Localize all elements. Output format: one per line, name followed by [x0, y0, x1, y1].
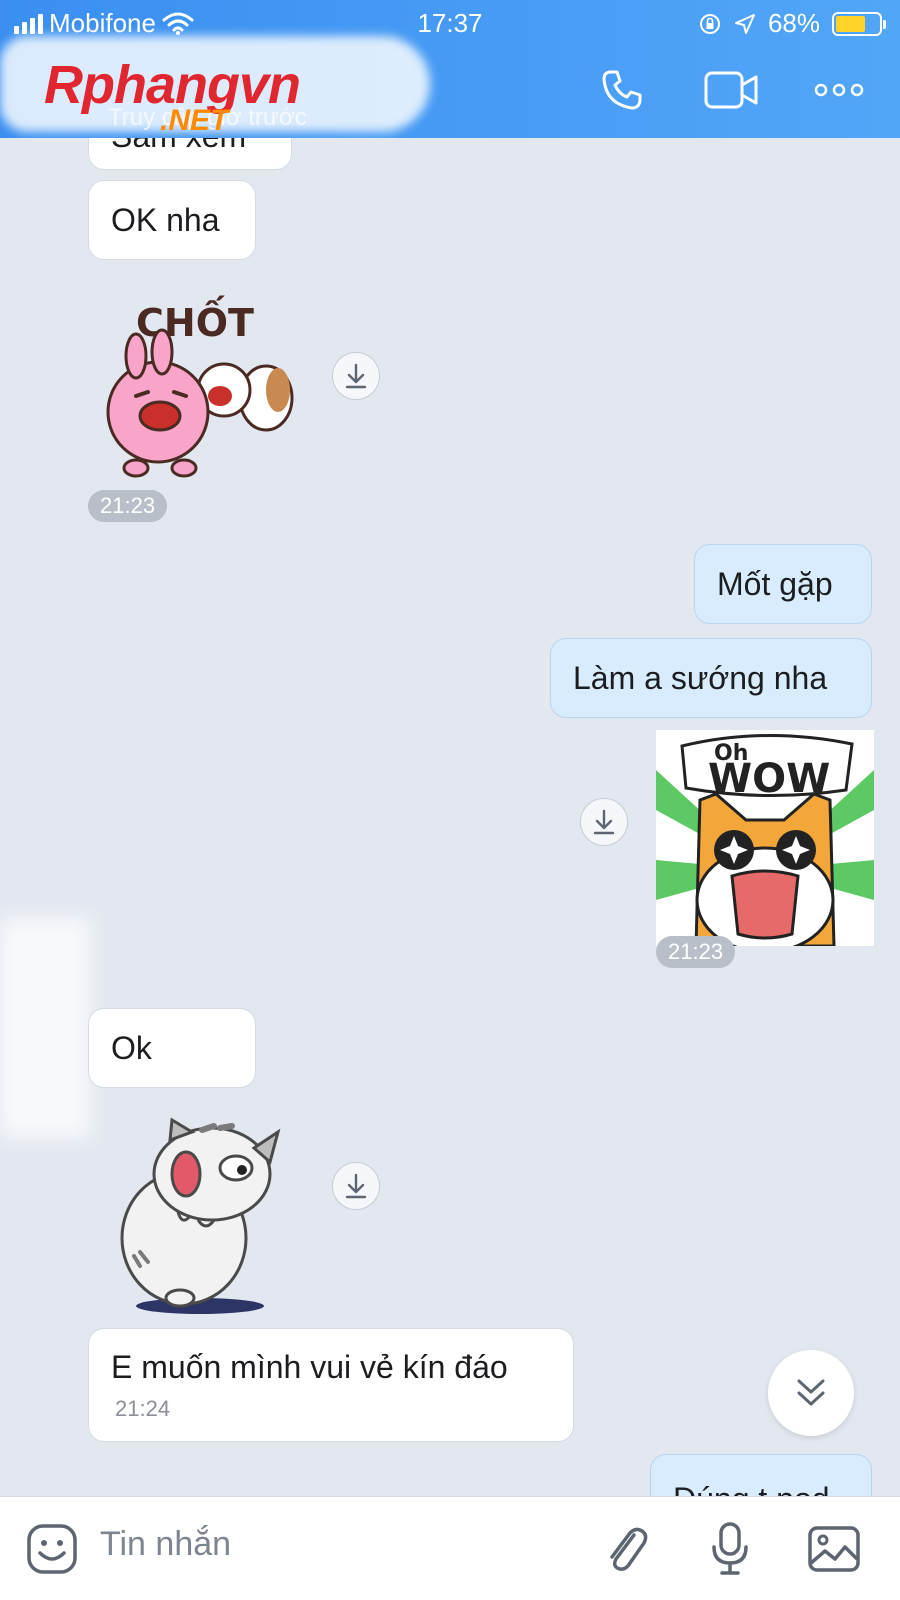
- battery-percent: 68%: [767, 8, 820, 38]
- attachment-icon[interactable]: [596, 1519, 656, 1579]
- battery-icon: [832, 11, 886, 36]
- location-icon: [734, 13, 755, 34]
- battery-fill: [836, 15, 865, 32]
- double-chevron-down-icon: [797, 1379, 825, 1406]
- rotation-lock-icon: [699, 13, 720, 34]
- video-icon[interactable]: [702, 60, 762, 120]
- status-right: 68%: [698, 8, 886, 39]
- blurred-avatar: [0, 918, 90, 1138]
- download-icon: [345, 363, 367, 389]
- sticker-laughing-cat[interactable]: [110, 1116, 290, 1316]
- message-bubble[interactable]: OK nha: [88, 180, 256, 260]
- download-icon: [593, 809, 615, 835]
- message-text: Ok: [111, 1029, 152, 1066]
- message-composer: Tin nhắn: [0, 1496, 900, 1600]
- message-bubble-outgoing[interactable]: Làm a sướng nha: [550, 638, 872, 718]
- image-icon[interactable]: [804, 1519, 864, 1579]
- sticker-chot[interactable]: CHỐT: [96, 286, 296, 486]
- message-text: OK nha: [111, 201, 220, 238]
- scroll-to-bottom-button[interactable]: [768, 1350, 854, 1436]
- emoji-icon[interactable]: [22, 1519, 82, 1579]
- download-button[interactable]: [332, 352, 380, 400]
- message-text: Đúng t nod: [673, 1481, 830, 1496]
- message-input[interactable]: Tin nhắn: [100, 1525, 231, 1564]
- message-bubble[interactable]: E muốn mình vui vẻ kín đáo 21:24: [88, 1328, 574, 1442]
- phone-icon[interactable]: [592, 60, 652, 120]
- download-button[interactable]: [580, 798, 628, 846]
- chat-header: Mobifone 17:37 68% Truy cập giờ trước Rp…: [0, 0, 900, 138]
- sticker-wow[interactable]: Oh WOW: [656, 730, 874, 946]
- message-list[interactable]: Sắm xem OK nha CHỐT 21:23 Mốt gặp Làm a …: [0, 138, 900, 1496]
- more-icon[interactable]: [804, 60, 874, 120]
- timestamp: 21:23: [88, 490, 168, 522]
- microphone-icon[interactable]: [700, 1519, 760, 1579]
- message-bubble-outgoing[interactable]: Đúng t nod: [650, 1454, 872, 1496]
- message-bubble[interactable]: Ok: [88, 1008, 256, 1088]
- download-icon: [345, 1173, 367, 1199]
- message-time: 21:24: [115, 1395, 171, 1421]
- download-button[interactable]: [332, 1162, 380, 1210]
- message-bubble[interactable]: Sắm xem: [88, 138, 292, 170]
- message-text: E muốn mình vui vẻ kín đáo: [111, 1348, 508, 1385]
- message-text: Sắm xem: [111, 138, 246, 155]
- message-text: Làm a sướng nha: [573, 659, 828, 696]
- timestamp: 21:23: [656, 936, 736, 968]
- watermark-logo-sub: .NET: [160, 104, 229, 137]
- message-bubble-outgoing[interactable]: Mốt gặp: [694, 544, 872, 624]
- message-text: Mốt gặp: [717, 565, 833, 602]
